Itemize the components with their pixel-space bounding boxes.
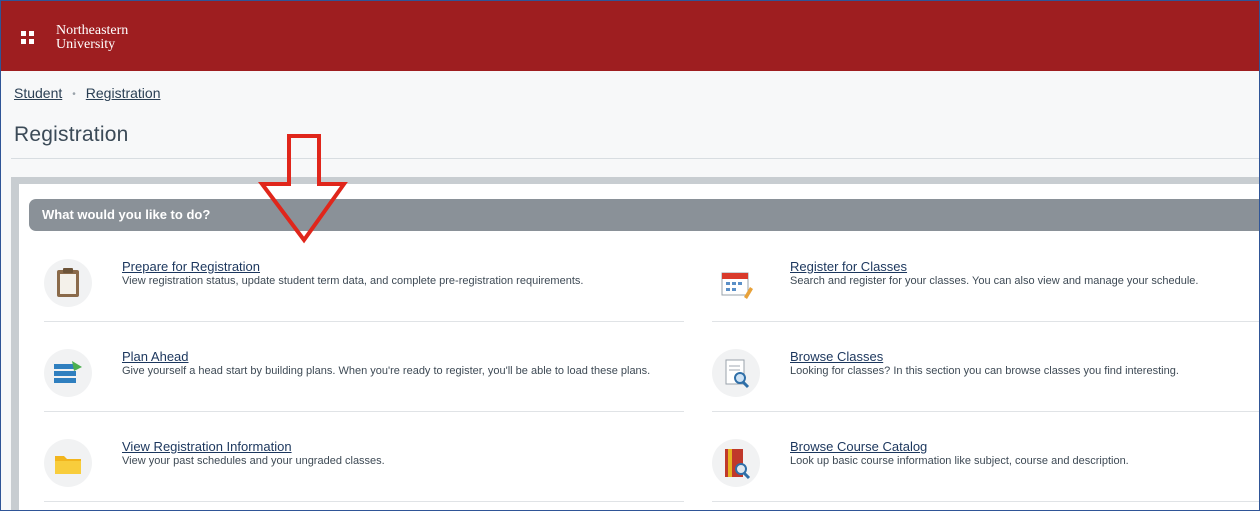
prepare-for-registration-description: View registration status, update student… bbox=[122, 275, 584, 287]
browse-course-catalog-link[interactable]: Browse Course Catalog bbox=[790, 439, 927, 454]
plan-ahead-item[interactable]: Plan Ahead Give yourself a head start by… bbox=[44, 349, 684, 399]
item-divider bbox=[712, 411, 1259, 412]
register-for-classes-link[interactable]: Register for Classes bbox=[790, 259, 907, 274]
clipboard-icon bbox=[44, 259, 92, 307]
browse-classes-description: Looking for classes? In this section you… bbox=[790, 365, 1179, 377]
item-divider bbox=[712, 321, 1259, 322]
book-search-icon bbox=[712, 439, 760, 487]
panel-header: What would you like to do? bbox=[29, 199, 1259, 231]
browse-classes-item[interactable]: Browse Classes Looking for classes? In t… bbox=[712, 349, 1259, 399]
register-for-classes-description: Search and register for your classes. Yo… bbox=[790, 275, 1199, 287]
item-divider bbox=[44, 321, 684, 322]
logo-line-1: Northeastern bbox=[56, 23, 129, 38]
register-for-classes-item[interactable]: Register for Classes Search and register… bbox=[712, 259, 1259, 309]
view-registration-information-item[interactable]: View Registration Information View your … bbox=[44, 439, 684, 489]
plan-ahead-description: Give yourself a head start by building p… bbox=[122, 365, 651, 377]
calendar-pencil-icon bbox=[712, 259, 760, 307]
item-divider bbox=[712, 501, 1259, 502]
prepare-for-registration-item[interactable]: Prepare for Registration View registrati… bbox=[44, 259, 684, 309]
prepare-for-registration-link[interactable]: Prepare for Registration bbox=[122, 259, 260, 274]
folder-icon bbox=[44, 439, 92, 487]
browser-frame: Northeastern University Student • Registra… bbox=[0, 0, 1260, 511]
breadcrumb: Student • Registration bbox=[14, 85, 160, 101]
title-divider bbox=[11, 158, 1259, 159]
breadcrumb-separator: • bbox=[72, 88, 76, 100]
stacked-plans-icon bbox=[44, 349, 92, 397]
breadcrumb-registration-link[interactable]: Registration bbox=[86, 85, 161, 101]
logo-line-2: University bbox=[56, 37, 116, 52]
app-menu-icon[interactable] bbox=[21, 31, 35, 45]
page-title: Registration bbox=[14, 123, 129, 146]
panel-heading: What would you like to do? bbox=[42, 207, 211, 222]
browse-classes-link[interactable]: Browse Classes bbox=[790, 349, 883, 364]
red-down-arrow-icon bbox=[258, 134, 348, 244]
browse-course-catalog-item[interactable]: Browse Course Catalog Look up basic cour… bbox=[712, 439, 1259, 489]
university-logo[interactable]: Northeastern University bbox=[56, 24, 128, 52]
view-registration-information-description: View your past schedules and your ungrad… bbox=[122, 455, 385, 467]
plan-ahead-link[interactable]: Plan Ahead bbox=[122, 349, 189, 364]
item-divider bbox=[44, 501, 684, 502]
item-divider bbox=[44, 411, 684, 412]
top-header-bar: Northeastern University bbox=[1, 1, 1259, 71]
breadcrumb-student-link[interactable]: Student bbox=[14, 85, 62, 101]
view-registration-information-link[interactable]: View Registration Information bbox=[122, 439, 292, 454]
browse-course-catalog-description: Look up basic course information like su… bbox=[790, 455, 1129, 467]
document-search-icon bbox=[712, 349, 760, 397]
